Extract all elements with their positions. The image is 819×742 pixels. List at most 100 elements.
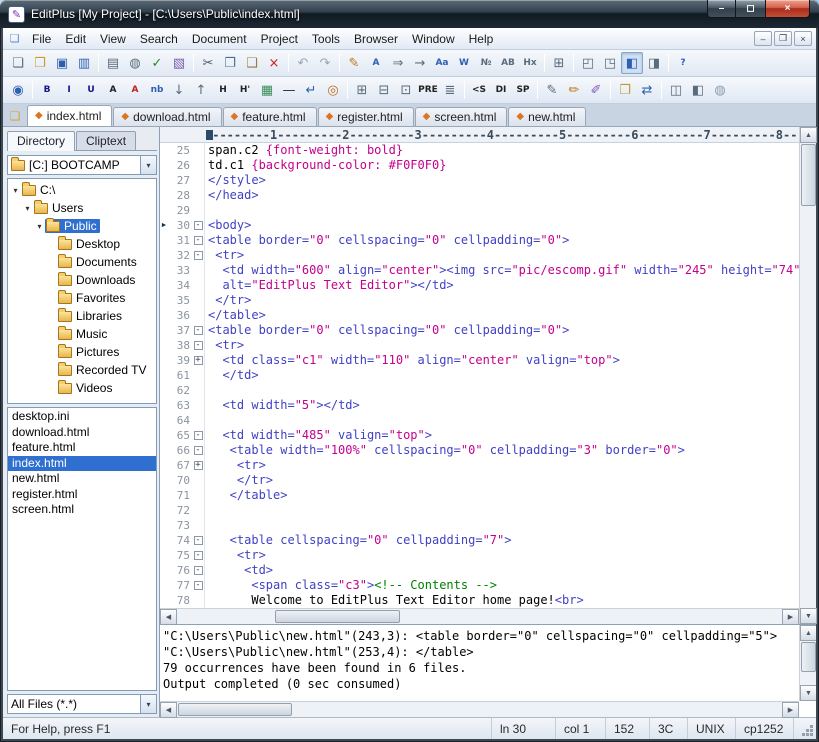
menu-document[interactable]: Document [185,29,254,49]
editor-vertical-scrollbar[interactable]: ▲ ▼ [799,127,816,624]
table-row-button[interactable]: ⊟ [373,79,395,101]
tree-item-downloads[interactable]: Downloads [8,271,156,289]
editor-vscroll-thumb[interactable] [801,144,816,206]
file-item-register-html[interactable]: register.html [8,487,156,503]
drive-selector[interactable]: [C:] BOOTCAMP ▾ [7,155,157,175]
tree-item-users[interactable]: ▾Users [8,199,156,217]
tree-item-public[interactable]: ▾Public [8,217,156,235]
cut-button[interactable]: ✂ [197,52,219,74]
tab-indent-button[interactable]: → [409,52,431,74]
drive-dropdown-arrow[interactable]: ▾ [140,156,156,174]
disc-button[interactable]: ◍ [709,79,731,101]
bold-button[interactable]: B [36,79,58,101]
code-line-27[interactable]: 27</style> [160,173,799,188]
code-line-25[interactable]: 25span.c2 {font-weight: bold} [160,143,799,158]
sync-view-button[interactable]: ⇄ [636,79,658,101]
div-tag-button[interactable]: DI [490,79,512,101]
save-button[interactable]: ▣ [51,52,73,74]
file-item-index-html[interactable]: index.html [8,456,156,472]
output-vertical-scrollbar[interactable]: ▲ ▼ [799,625,816,701]
minimize-button[interactable]: – [707,0,736,18]
output-vscroll-thumb[interactable] [801,642,816,672]
tree-item-videos[interactable]: Videos [8,379,156,397]
window-tile-button[interactable]: ◳ [599,52,621,74]
span-tag-button[interactable]: SP [512,79,534,101]
mdi-close-button[interactable]: × [794,31,812,46]
tree-item-libraries[interactable]: Libraries [8,307,156,325]
non-breaking-space-button[interactable]: nb [146,79,168,101]
mdi-minimize-button[interactable]: – [754,31,772,46]
sidebar-tab-cliptext[interactable]: Cliptext [76,131,136,150]
font-color-button[interactable]: A [124,79,146,101]
save-all-button[interactable]: ▥ [73,52,95,74]
fold-collapse-icon[interactable]: - [194,341,203,350]
redo-button[interactable]: ↷ [314,52,336,74]
tree-item-favorites[interactable]: Favorites [8,289,156,307]
title-bar[interactable]: ✎ EditPlus [My Project] - [C:\Users\Publ… [0,0,819,28]
fold-collapse-icon[interactable]: - [194,566,203,575]
code-line-78[interactable]: 78 Welcome to EditPlus Text Editor home … [160,593,799,608]
toggle-output-window-button[interactable]: ◨ [643,52,665,74]
anchor-button[interactable]: ◎ [322,79,344,101]
text-clips-button[interactable]: AB [497,52,519,74]
fold-expand-icon[interactable]: + [194,461,203,470]
menu-project[interactable]: Project [254,29,305,49]
fold-collapse-icon[interactable]: - [194,446,203,455]
print-button[interactable]: ▤ [102,52,124,74]
code-line-62[interactable]: 62 [160,383,799,398]
word-wrap-button[interactable]: W [453,52,475,74]
open-file-button[interactable]: ❒ [29,52,51,74]
code-line-70[interactable]: 70 </tr> [160,473,799,488]
copy-button[interactable]: ❐ [219,52,241,74]
code-area[interactable]: 25span.c2 {font-weight: bold}26td.c1 {ba… [160,143,799,608]
preformatted-button[interactable]: PRE [417,79,439,101]
fold-collapse-icon[interactable]: - [194,236,203,245]
file-item-feature-html[interactable]: feature.html [8,440,156,456]
code-line-32[interactable]: 32- <tr> [160,248,799,263]
document-tab-download-html[interactable]: ◆download.html [113,107,221,126]
menu-view[interactable]: View [93,29,133,49]
scroll-up-button[interactable]: ▲ [800,127,817,143]
code-line-30[interactable]: ►30-<body> [160,218,799,233]
file-item-desktop-ini[interactable]: desktop.ini [8,409,156,425]
italic-button[interactable]: I [58,79,80,101]
code-line-34[interactable]: 34 alt="EditPlus Text Editor"></td> [160,278,799,293]
undo-button[interactable]: ↶ [292,52,314,74]
code-line-65[interactable]: 65- <td width="485" valign="top"> [160,428,799,443]
scroll-right-button[interactable]: ▶ [782,609,799,625]
view-in-browser-button[interactable]: ◉ [7,79,29,101]
line-break-button[interactable]: ↵ [300,79,322,101]
tree-expander-icon[interactable]: ▾ [10,186,21,195]
strike-tag-button[interactable]: <S [468,79,490,101]
menu-help[interactable]: Help [462,29,501,49]
paste-button[interactable]: ❑ [241,52,263,74]
output-horizontal-scrollbar[interactable]: ◀ ▶ [160,701,799,717]
context-help-button[interactable]: ? [672,52,694,74]
code-line-73[interactable]: 73 [160,518,799,533]
code-line-29[interactable]: 29 [160,203,799,218]
column-marker-button[interactable]: ⊞ [548,52,570,74]
highlight-marker-button[interactable]: ✎ [343,52,365,74]
sidebar-tab-directory[interactable]: Directory [7,131,75,151]
code-line-67[interactable]: 67+ <tr> [160,458,799,473]
superscript-button[interactable]: ↑ [190,79,212,101]
code-line-26[interactable]: 26td.c1 {background-color: #F0F0F0} [160,158,799,173]
code-line-64[interactable]: 64 [160,413,799,428]
fold-collapse-icon[interactable]: - [194,326,203,335]
tree-item-recorded-tv[interactable]: Recorded TV [8,361,156,379]
file-filter-selector[interactable]: All Files (*.*) ▾ [7,694,157,714]
code-line-72[interactable]: 72 [160,503,799,518]
insert-image-button[interactable]: ▦ [256,79,278,101]
split-window-button[interactable]: ◧ [687,79,709,101]
fold-collapse-icon[interactable]: - [194,221,203,230]
file-item-new-html[interactable]: new.html [8,471,156,487]
code-line-36[interactable]: 36</table> [160,308,799,323]
line-numbers-button[interactable]: № [475,52,497,74]
document-tab-new-html[interactable]: ◆new.html [508,107,586,126]
tree-item-c[interactable]: ▾C:\ [8,181,156,199]
code-line-33[interactable]: 33 <td width="600" align="center"><img s… [160,263,799,278]
document-tab-index-html[interactable]: ◆index.html [27,105,112,126]
fold-collapse-icon[interactable]: - [194,536,203,545]
window-cascade-button[interactable]: ◰ [577,52,599,74]
heading-2-button[interactable]: H' [234,79,256,101]
